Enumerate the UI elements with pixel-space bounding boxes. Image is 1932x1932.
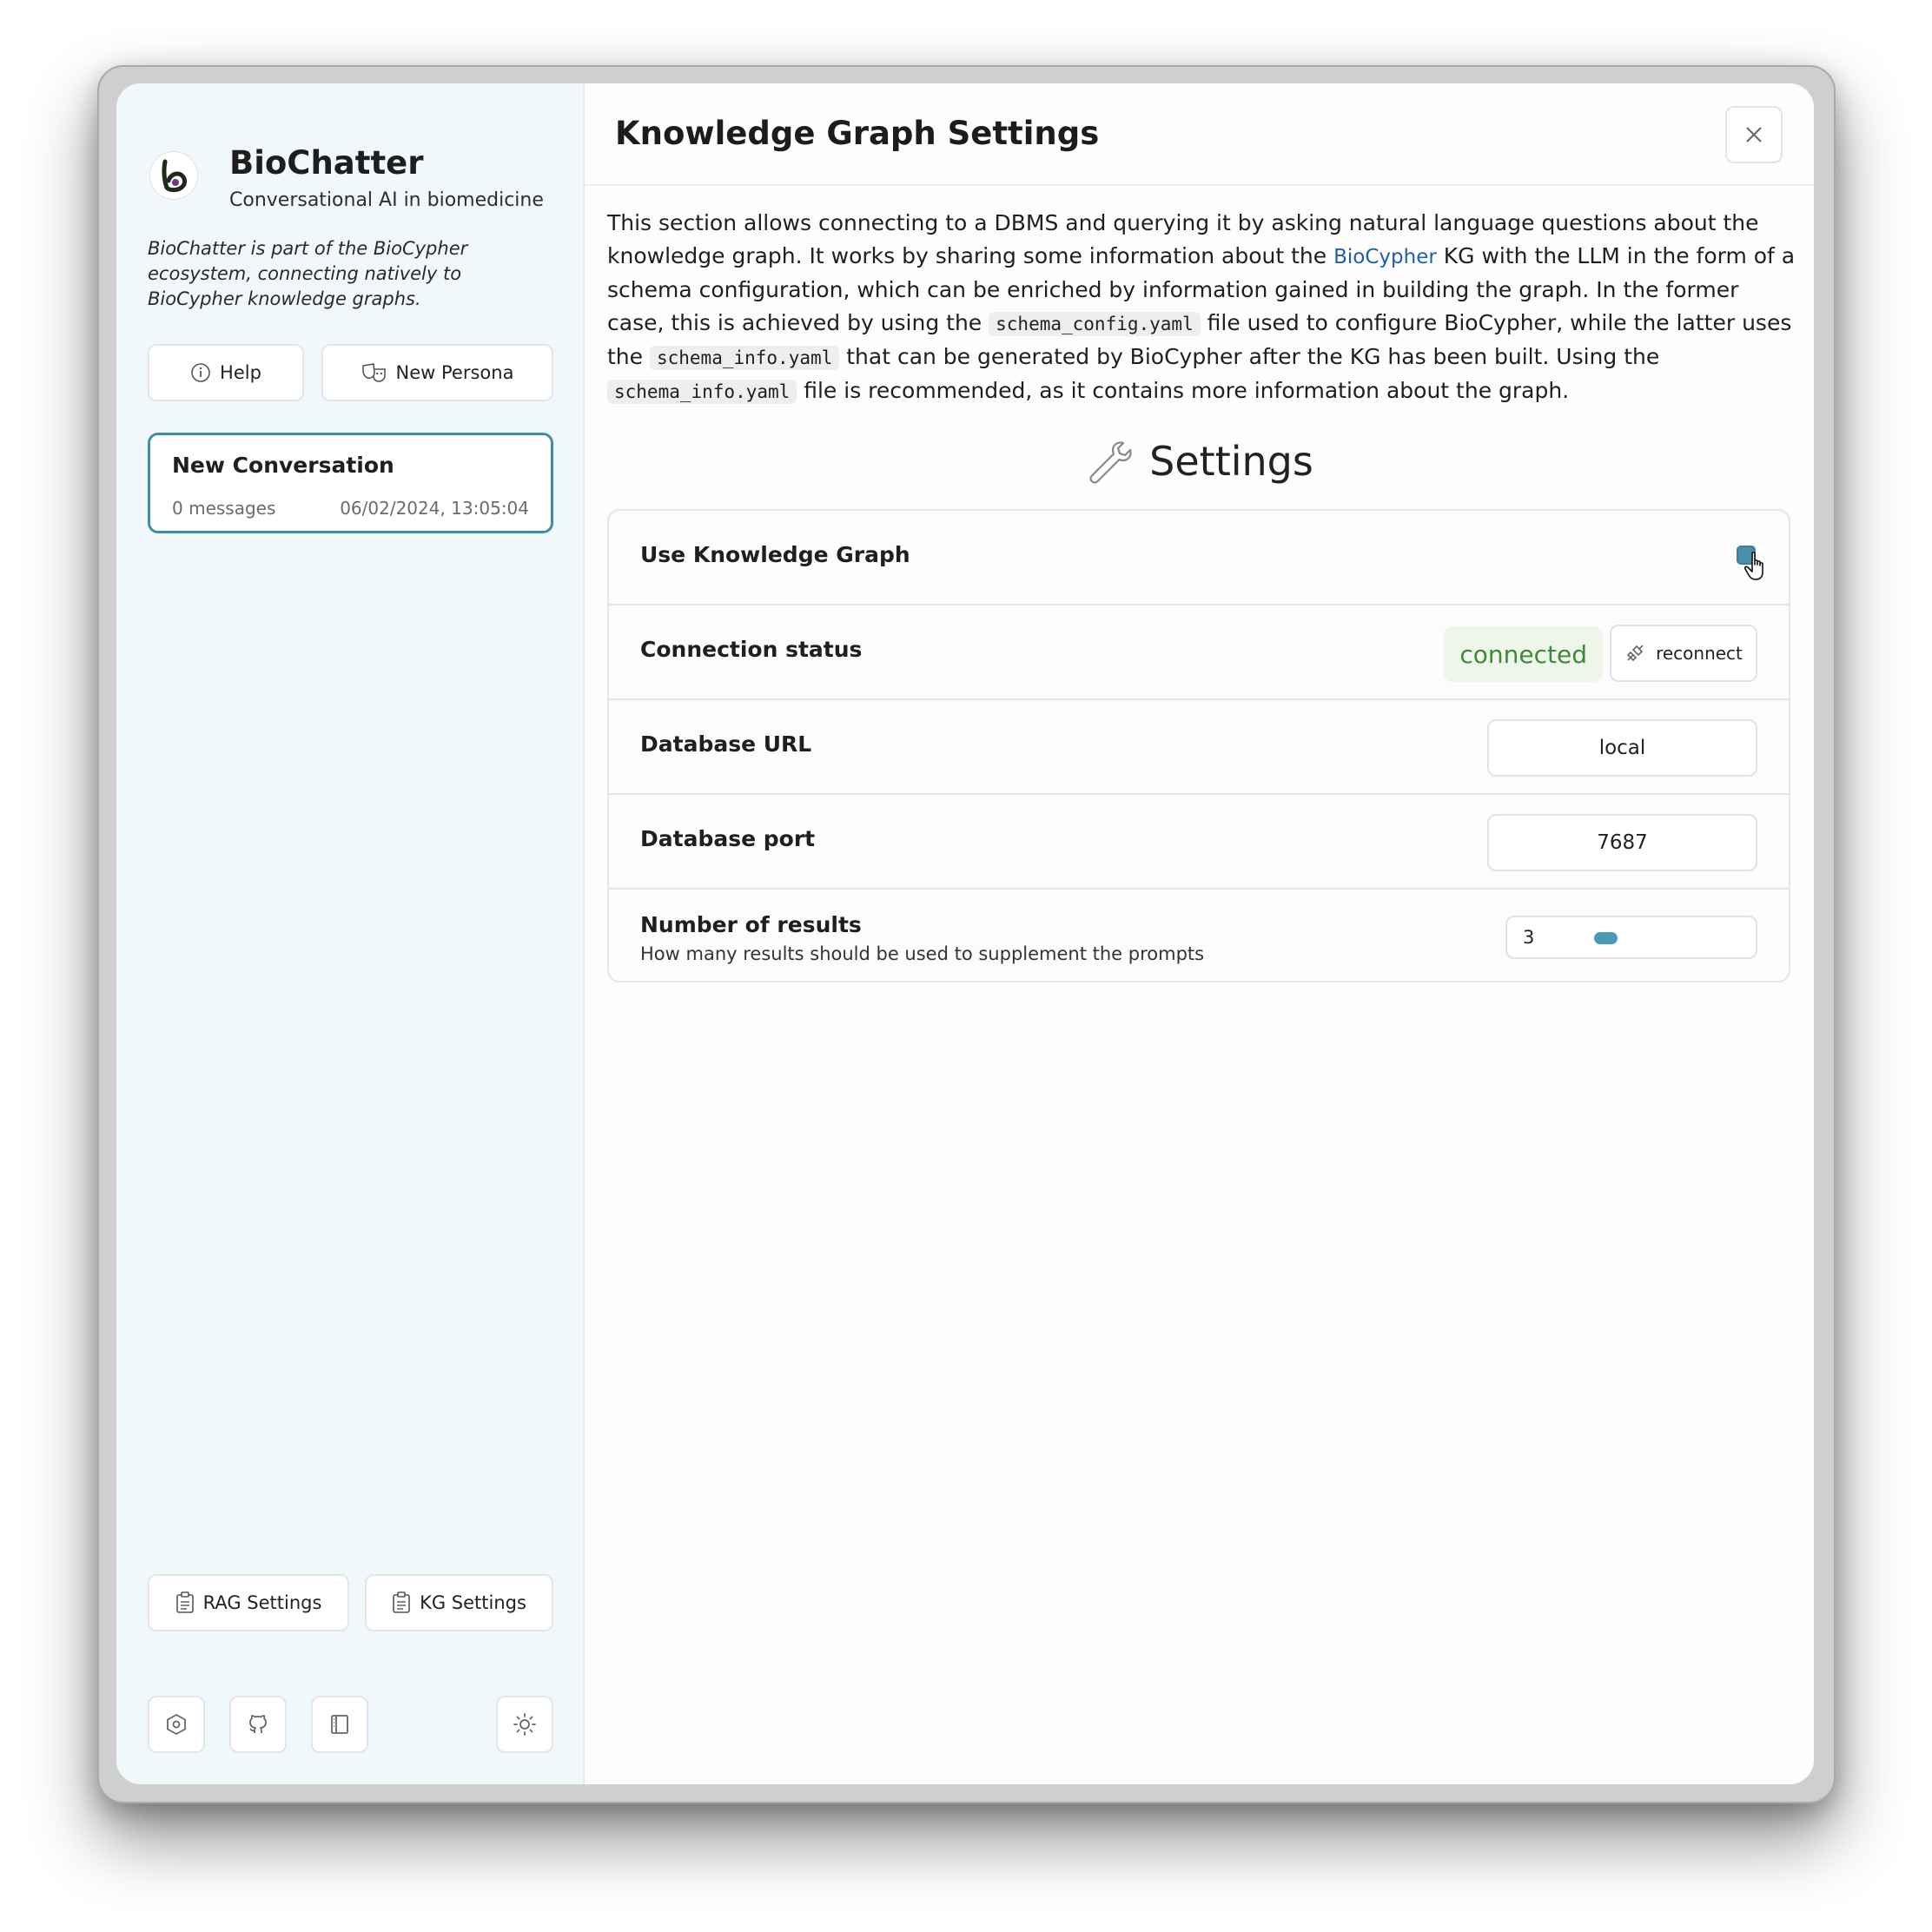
code-schema-info: schema_info.yaml [649,346,840,370]
slider-fill [1594,932,1618,944]
new-persona-button[interactable]: New Persona [321,344,553,401]
wrench-icon [1089,441,1132,484]
status-badge: connected [1444,626,1603,682]
clipboard-icon [175,1591,194,1613]
hand-cursor-icon [1743,552,1763,580]
close-button[interactable] [1725,106,1783,163]
conversation-timestamp: 06/02/2024, 13:05:04 [340,498,529,519]
conversation-item[interactable]: New Conversation 0 messages 06/02/2024, … [148,433,553,533]
connection-row: Connection status connected reconnect [609,605,1789,700]
new-persona-label: New Persona [395,362,514,383]
db-url-row: Database URL local [609,700,1789,795]
github-button[interactable] [229,1696,287,1753]
app-window: BioChatter Conversational AI in biomedic… [116,83,1814,1784]
intro-part: that can be generated by BioCypher after… [839,344,1660,369]
num-results-description: How many results should be used to suppl… [640,943,1205,964]
biocypher-link[interactable]: BioCypher [1333,246,1437,268]
info-icon [191,363,210,382]
num-results-label: Number of results [640,912,862,937]
kg-settings-button[interactable]: KG Settings [365,1574,553,1631]
use-kg-row: Use Knowledge Graph [609,511,1789,605]
masks-icon [361,363,386,382]
conversation-message-count: 0 messages [172,498,276,519]
settings-card: Use Knowledge Graph Connection status co… [607,509,1790,983]
app-description: BioChatter is part of the BioCypher ecos… [148,238,468,309]
plug-icon [1626,645,1644,662]
page-title: Knowledge Graph Settings [615,115,1100,152]
app-title: BioChatter [229,144,424,182]
conversation-title: New Conversation [172,453,394,478]
num-results-slider[interactable] [1594,932,1724,944]
settings-hex-button[interactable] [148,1696,205,1753]
db-port-row: Database port 7687 [609,795,1789,890]
db-url-label: Database URL [640,731,812,757]
sidebar: BioChatter Conversational AI in biomedic… [116,83,585,1784]
panel-header: Knowledge Graph Settings [585,83,1814,186]
theme-toggle-button[interactable] [496,1696,553,1753]
connection-label: Connection status [640,637,863,662]
num-results-value: 3 [1523,927,1535,948]
biochatter-logo [149,151,198,200]
kg-settings-label: KG Settings [420,1592,526,1613]
close-icon [1746,127,1762,142]
clipboard-icon [393,1591,410,1613]
num-results-row: Number of results How many results shoul… [609,890,1789,984]
rag-settings-button[interactable]: RAG Settings [148,1574,349,1631]
db-port-input[interactable]: 7687 [1487,814,1757,871]
reconnect-button[interactable]: reconnect [1610,625,1757,682]
main-panel: Knowledge Graph Settings This section al… [585,83,1814,1784]
github-icon [249,1715,267,1734]
rag-settings-label: RAG Settings [202,1592,322,1613]
db-port-label: Database port [640,826,816,851]
code-schema-info: schema_info.yaml [607,380,797,404]
use-kg-label: Use Knowledge Graph [640,542,910,567]
reconnect-label: reconnect [1656,643,1743,664]
settings-hex-icon [167,1713,186,1736]
num-results-control: 3 [1505,916,1757,959]
app-subtitle: Conversational AI in biomedicine [229,189,544,211]
sun-icon [513,1713,536,1736]
book-icon [331,1715,348,1734]
help-button[interactable]: Help [148,344,304,401]
docs-button[interactable] [311,1696,368,1753]
db-url-input[interactable]: local [1487,719,1757,777]
help-label: Help [220,362,261,383]
settings-heading-text: Settings [1149,438,1313,485]
intro-text: This section allows connecting to a DBMS… [607,207,1797,408]
settings-heading: Settings [585,438,1814,485]
intro-part: file is recommended, as it contains more… [797,378,1570,403]
code-schema-config: schema_config.yaml [989,312,1201,336]
